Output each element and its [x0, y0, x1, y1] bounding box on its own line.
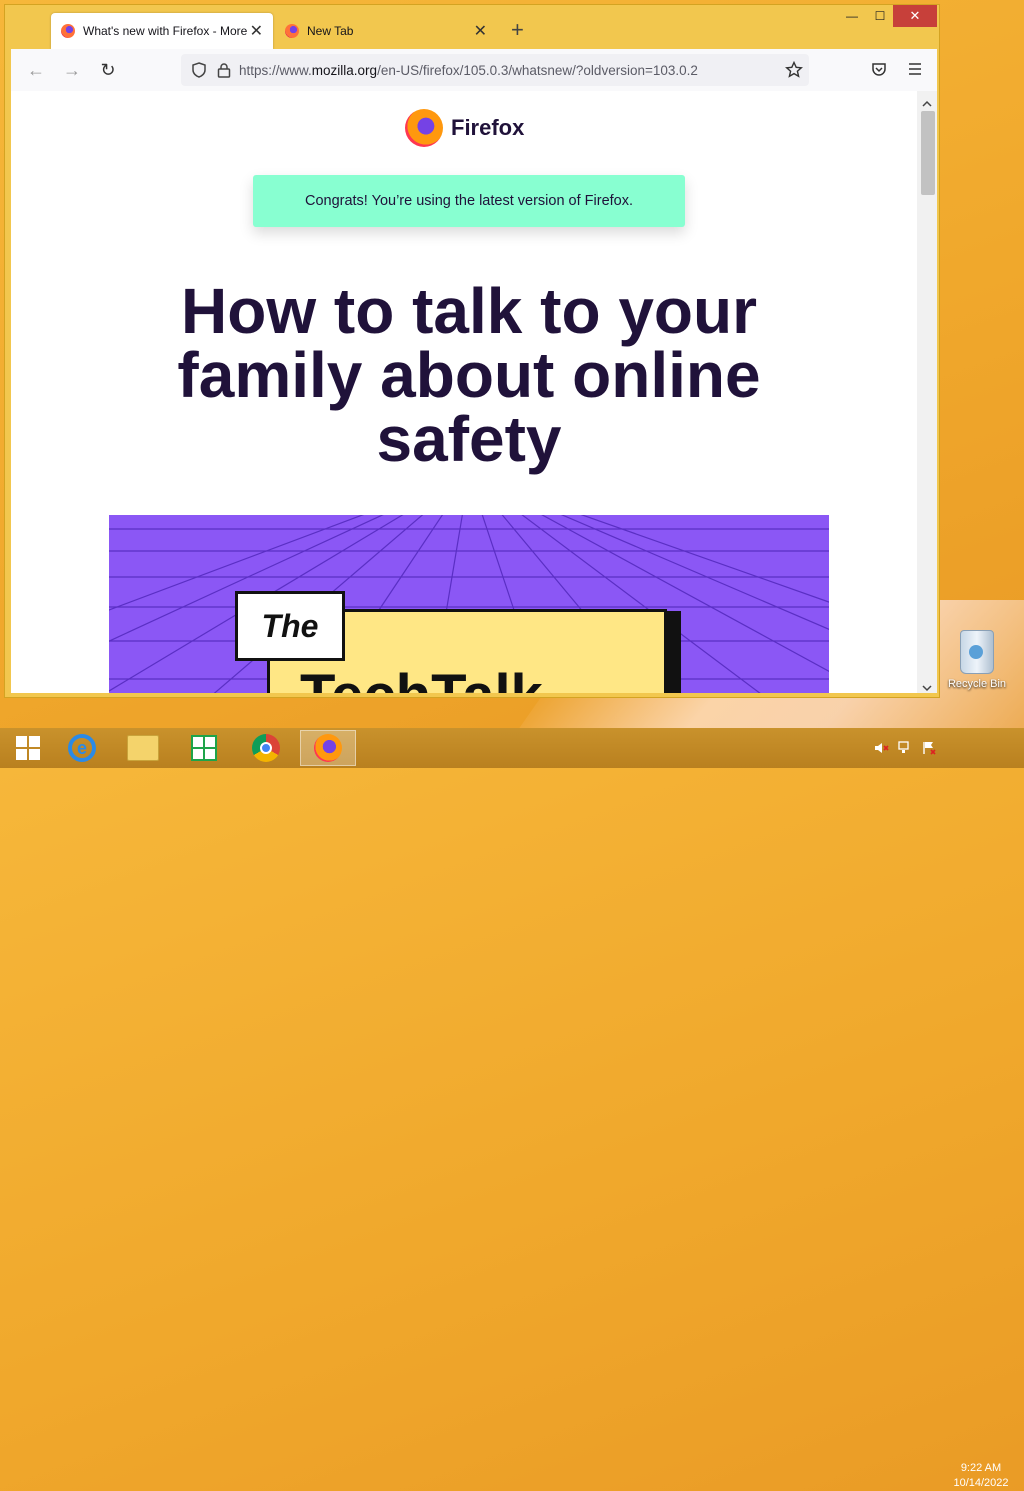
lock-icon[interactable] [217, 62, 231, 81]
firefox-logo-icon [405, 109, 443, 147]
maximize-button[interactable]: ☐ [867, 5, 893, 27]
tab-title: New Tab [307, 24, 354, 38]
windows-logo-icon [16, 736, 40, 760]
address-bar[interactable]: https://www.mozilla.org/en-US/firefox/10… [181, 54, 809, 86]
url-text[interactable]: https://www.mozilla.org/en-US/firefox/10… [239, 63, 698, 78]
recycle-bin[interactable]: Recycle Bin [942, 630, 1012, 690]
file-explorer-icon [127, 735, 159, 761]
tab-strip: What's new with Firefox - More ✕ New Tab… [5, 5, 939, 49]
taskbar-store[interactable] [176, 730, 232, 766]
hero-image: TechTalk The [109, 515, 829, 693]
close-tab-icon[interactable]: ✕ [250, 21, 263, 41]
taskbar: e 9:22 AM 10/14/2022 [0, 728, 1024, 1489]
techtalk-text: TechTalk [300, 662, 543, 693]
clock-date: 10/14/2022 [953, 1477, 1009, 1489]
action-center-icon[interactable] [922, 741, 938, 755]
bookmark-star-icon[interactable] [785, 60, 803, 82]
tab-title: What's new with Firefox - More [83, 24, 248, 38]
taskbar-file-explorer[interactable] [115, 730, 171, 766]
network-icon[interactable] [898, 741, 914, 755]
taskbar-chrome[interactable] [238, 730, 294, 766]
recycle-bin-icon [960, 630, 994, 674]
menu-icon[interactable] [907, 62, 923, 81]
scrollbar-thumb[interactable] [921, 111, 935, 195]
firefox-favicon-icon [61, 24, 75, 38]
close-window-button[interactable]: ✕ [893, 5, 937, 27]
navigation-toolbar: ← → ↻ https://www.mozilla.org/en-US/fire… [11, 49, 937, 92]
vertical-scrollbar[interactable] [917, 91, 937, 693]
new-tab-button[interactable]: + [511, 17, 524, 43]
reload-button[interactable]: ↻ [97, 59, 119, 81]
internet-explorer-icon: e [68, 734, 96, 762]
tab-new-tab[interactable]: New Tab ✕ [275, 13, 497, 49]
shield-icon[interactable] [191, 62, 207, 81]
forward-button[interactable]: → [61, 59, 83, 81]
scroll-down-icon[interactable] [922, 679, 932, 697]
url-prefix: https://www. [239, 62, 312, 78]
taskbar-firefox[interactable] [300, 730, 356, 766]
firefox-window: What's new with Firefox - More ✕ New Tab… [4, 4, 940, 698]
taskbar-internet-explorer[interactable]: e [54, 730, 110, 766]
store-icon [191, 735, 217, 761]
page-content: Firefox Congrats! You’re using the lates… [11, 91, 917, 693]
recycle-bin-label: Recycle Bin [947, 678, 1007, 690]
firefox-taskbar-icon [314, 734, 342, 762]
firefox-logo[interactable]: Firefox [405, 109, 524, 147]
clock-time: 9:22 AM [960, 1462, 1002, 1474]
tab-whats-new[interactable]: What's new with Firefox - More ✕ [51, 13, 273, 49]
page-headline: How to talk to your family about online … [177, 275, 761, 475]
pocket-icon[interactable] [871, 61, 887, 82]
logo-text: Firefox [451, 115, 525, 140]
volume-muted-icon[interactable] [874, 741, 890, 755]
the-label: The [235, 591, 345, 661]
chrome-icon [252, 734, 280, 762]
close-tab-icon[interactable]: ✕ [474, 21, 487, 41]
system-clock[interactable]: 9:22 AM 10/14/2022 [946, 1461, 1016, 1491]
start-button[interactable] [0, 730, 56, 766]
minimize-button[interactable]: — [837, 5, 867, 27]
back-button[interactable]: ← [25, 59, 47, 81]
url-domain: mozilla.org [311, 62, 378, 78]
url-path: /en-US/firefox/105.0.3/whatsnew/?oldvers… [377, 62, 698, 78]
update-banner: Congrats! You’re using the latest versio… [253, 175, 685, 227]
firefox-favicon-icon [285, 24, 299, 38]
